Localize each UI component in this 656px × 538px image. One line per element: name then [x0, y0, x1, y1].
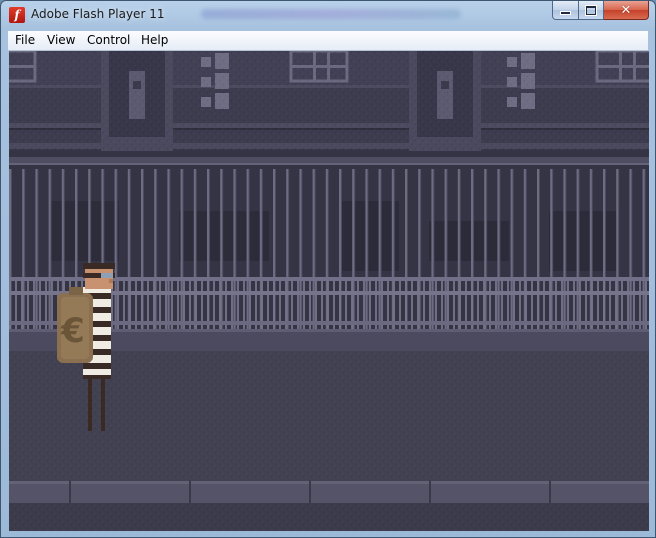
caption-buttons: ✕ [552, 1, 649, 20]
minimize-icon [561, 11, 570, 14]
app-window: f Adobe Flash Player 11 ✕ File View Cont… [0, 0, 656, 538]
menu-view[interactable]: View [47, 33, 75, 47]
game-scene: € [9, 51, 649, 531]
euro-symbol: € [60, 311, 85, 351]
game-stage[interactable]: € [9, 51, 649, 531]
menu-control[interactable]: Control [87, 33, 130, 47]
curb [9, 481, 649, 531]
flash-player-icon: f [9, 7, 25, 23]
menu-bar: File View Control Help [8, 31, 648, 51]
close-icon: ✕ [620, 2, 632, 18]
window-title: Adobe Flash Player 11 [31, 7, 165, 21]
euro-money-bag-icon: € [57, 287, 93, 363]
title-bar[interactable]: f Adobe Flash Player 11 ✕ [1, 1, 655, 30]
menu-help[interactable]: Help [141, 33, 168, 47]
menu-file[interactable]: File [15, 33, 35, 47]
blurred-taskbar-reflection [201, 9, 461, 19]
minimize-button[interactable] [552, 1, 579, 20]
maximize-icon [586, 5, 596, 15]
maximize-button[interactable] [579, 1, 604, 20]
close-button[interactable]: ✕ [604, 1, 649, 20]
